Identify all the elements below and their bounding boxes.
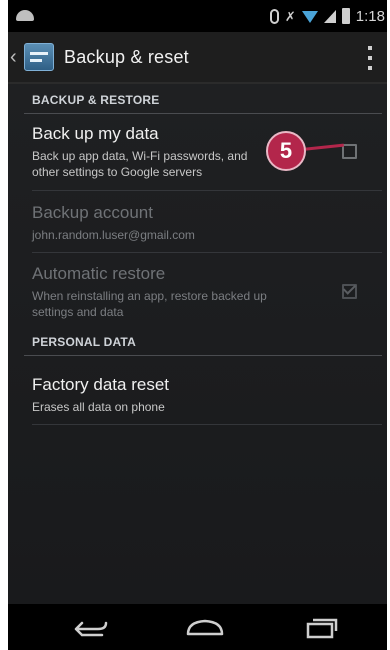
backup-my-data-title: Back up my data — [32, 124, 159, 143]
wifi-icon — [301, 11, 318, 23]
backup-account-row: Backup account john.random.luser@gmail.c… — [32, 203, 372, 243]
backup-my-data-summary: Back up app data, Wi-Fi passwords, and o… — [32, 148, 372, 180]
status-icons: ✗ 1:18 — [269, 6, 385, 26]
settings-list: BACKUP & RESTORE Back up my data Back up… — [8, 84, 387, 604]
check-mark-icon — [342, 281, 357, 295]
divider — [32, 252, 382, 253]
bluetooth-icon — [269, 8, 279, 24]
automatic-restore-summary-line1: When reinstalling an app, restore backed… — [32, 289, 267, 303]
status-time: 1:18 — [355, 7, 385, 25]
callout-step-badge: 5 — [266, 131, 306, 171]
phone-screen: ✗ 1:18 ‹ Backup & reset BACKUP & RESTORE… — [8, 0, 387, 650]
back-chevron-icon[interactable]: ‹ — [10, 37, 22, 77]
factory-data-reset-row[interactable]: Factory data reset Erases all data on ph… — [32, 375, 372, 415]
automatic-restore-checkbox — [342, 281, 357, 299]
action-bar: ‹ Backup & reset — [8, 32, 387, 84]
automatic-restore-title: Automatic restore — [32, 264, 166, 283]
backup-account-summary: john.random.luser@gmail.com — [32, 228, 195, 242]
divider — [32, 424, 382, 425]
automatic-restore-row: Automatic restore When reinstalling an a… — [32, 264, 372, 320]
page-title: Backup & reset — [64, 46, 189, 67]
settings-app-icon[interactable] — [24, 43, 54, 71]
navigation-bar — [8, 604, 387, 650]
status-bar: ✗ 1:18 — [8, 0, 387, 32]
home-icon[interactable] — [184, 618, 226, 638]
recent-apps-icon[interactable] — [300, 616, 340, 640]
backup-my-data-row[interactable]: Back up my data Back up app data, Wi-Fi … — [32, 124, 372, 180]
divider — [32, 190, 382, 191]
section-header-personal-data: PERSONAL DATA — [24, 328, 382, 356]
backup-my-data-checkbox[interactable] — [342, 144, 357, 159]
signal-icon — [323, 9, 336, 23]
back-icon[interactable] — [72, 617, 110, 639]
backup-my-data-summary-line1: Back up app data, Wi-Fi passwords, and — [32, 149, 248, 163]
automatic-restore-summary-line2: settings and data — [32, 305, 124, 319]
mute-icon: ✗ — [284, 8, 296, 24]
backup-my-data-summary-line2: other settings to Google servers — [32, 165, 203, 179]
android-icon — [16, 10, 34, 21]
backup-account-title: Backup account — [32, 203, 153, 222]
overflow-menu-icon[interactable] — [367, 46, 373, 70]
section-header-backup-restore: BACKUP & RESTORE — [24, 86, 382, 114]
battery-icon — [341, 8, 350, 24]
factory-data-reset-title: Factory data reset — [32, 375, 170, 394]
automatic-restore-summary: When reinstalling an app, restore backed… — [32, 288, 372, 320]
factory-data-reset-summary: Erases all data on phone — [32, 400, 165, 414]
